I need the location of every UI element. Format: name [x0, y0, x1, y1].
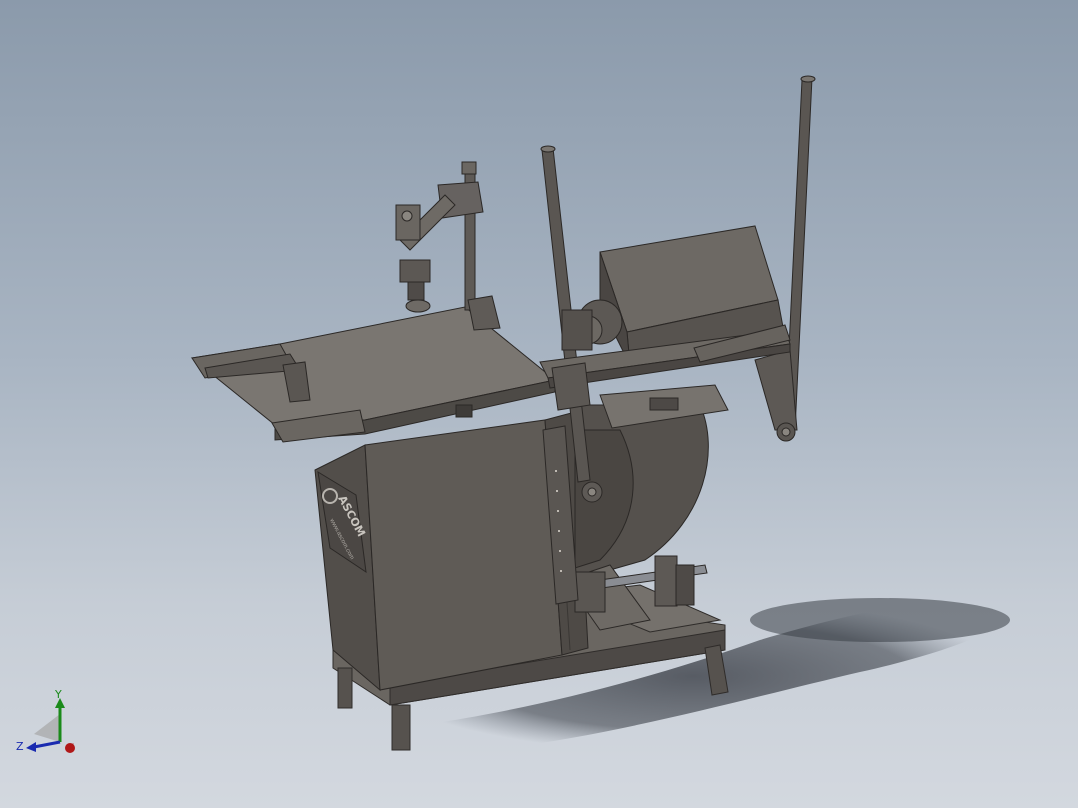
- triad-x-label: X: [68, 743, 75, 753]
- triad-z-label: Z: [16, 740, 24, 753]
- triad-graphic: [26, 698, 75, 753]
- triad-z-axis: [33, 740, 61, 749]
- machine-3d-model[interactable]: ASCOM www.ascom.com: [0, 0, 1078, 808]
- triad-y-label: Y: [55, 688, 62, 701]
- graphics-viewport[interactable]: ASCOM www.ascom.com Y Z X: [0, 0, 1078, 808]
- view-orientation-triad[interactable]: Y Z X: [12, 684, 92, 764]
- table-top: [190, 306, 557, 443]
- overhead-arm-left: [395, 161, 501, 331]
- z-arrow-icon: [26, 742, 36, 752]
